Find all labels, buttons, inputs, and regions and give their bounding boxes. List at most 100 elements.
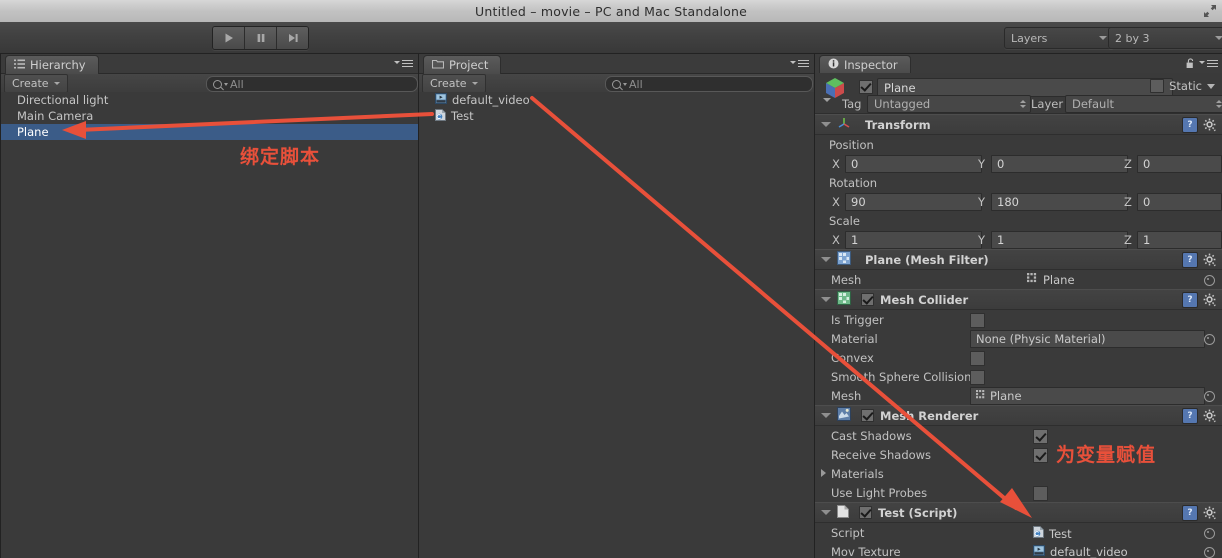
layout-dropdown-label: 2 by 3	[1115, 31, 1150, 45]
component-header-test-script[interactable]: Test (Script) ?	[815, 502, 1222, 523]
hierarchy-list-icon	[14, 58, 25, 72]
cast-shadows-checkbox[interactable]	[1033, 429, 1048, 444]
scale-y-input[interactable]: 1	[991, 230, 1128, 249]
axis-z-label: Z	[1124, 194, 1132, 209]
gear-icon[interactable]	[1203, 506, 1217, 520]
hierarchy-panel-menu-icon[interactable]	[394, 58, 414, 69]
resize-handle-icon[interactable]	[1202, 3, 1218, 19]
rotation-z-input[interactable]: 0	[1137, 192, 1222, 211]
static-label: Static	[1169, 79, 1202, 93]
collider-material-input[interactable]: None (Physic Material)	[970, 329, 1205, 348]
position-x-input[interactable]: 0	[845, 154, 982, 173]
object-picker-icon[interactable]	[1204, 275, 1215, 286]
gear-icon[interactable]	[1203, 293, 1217, 307]
hierarchy-panel: Hierarchy Create All Directional light M…	[0, 53, 419, 558]
mesh-filter-mesh-name: Plane	[1043, 273, 1075, 287]
tab-inspector[interactable]: Inspector	[819, 55, 911, 74]
transform-position-label-row: Position	[815, 135, 1222, 154]
object-picker-icon[interactable]	[1204, 528, 1215, 539]
chevron-down-icon	[1215, 36, 1222, 40]
help-book-icon[interactable]: ?	[1182, 505, 1198, 521]
step-button[interactable]	[277, 27, 308, 49]
test-script-enabled-checkbox[interactable]	[859, 506, 872, 519]
is-trigger-label: Is Trigger	[831, 312, 884, 327]
layer-value: Default	[1072, 96, 1115, 111]
component-header-transform[interactable]: Transform ?	[815, 114, 1222, 135]
rotation-x-input[interactable]: 90	[845, 192, 982, 211]
gear-icon[interactable]	[1203, 409, 1217, 423]
tab-project[interactable]: Project	[423, 55, 502, 74]
pause-button[interactable]	[245, 27, 277, 49]
axis-x-label: X	[832, 232, 840, 247]
video-asset-icon	[435, 93, 447, 107]
unity-editor-window: Untitled – movie – PC and Mac Standalone	[0, 0, 1222, 558]
help-book-icon[interactable]: ?	[1182, 292, 1198, 308]
foldout-icon[interactable]	[821, 257, 831, 262]
project-item-default-video[interactable]: default_video	[419, 92, 814, 108]
tab-hierarchy[interactable]: Hierarchy	[5, 55, 99, 74]
object-picker-icon[interactable]	[1204, 334, 1215, 345]
play-button[interactable]	[213, 27, 245, 49]
rotation-y-input[interactable]: 180	[991, 192, 1128, 211]
help-book-icon[interactable]: ?	[1182, 408, 1198, 424]
layout-dropdown[interactable]: 2 by 3	[1108, 27, 1222, 49]
foldout-icon[interactable]	[821, 413, 831, 418]
transform-rotation-fields: X 90 Y 180 Z 0	[815, 192, 1222, 211]
renderer-materials-row[interactable]: Materials	[815, 464, 1222, 483]
inspector-body: Plane Static Tag Untagged Layer Default	[815, 73, 1222, 558]
static-toggle[interactable]: Static	[1150, 79, 1215, 93]
position-z-input[interactable]: 0	[1137, 154, 1222, 173]
project-item-label: default_video	[452, 93, 530, 107]
project-item-test[interactable]: Test	[419, 108, 814, 124]
component-header-mesh-filter[interactable]: Plane (Mesh Filter) ?	[815, 249, 1222, 270]
foldout-icon[interactable]	[821, 510, 831, 515]
hierarchy-create-button[interactable]: Create	[4, 74, 68, 93]
object-picker-icon[interactable]	[1204, 391, 1215, 402]
gear-icon[interactable]	[1203, 253, 1217, 267]
position-y-input[interactable]: 0	[991, 154, 1128, 173]
mesh-filter-mesh-value[interactable]: Plane	[1027, 273, 1075, 287]
collider-mesh-input[interactable]: Plane	[970, 386, 1205, 405]
lock-open-icon[interactable]	[1186, 58, 1195, 69]
collider-material-label: Material	[831, 331, 878, 346]
mov-texture-row: Mov Texture default_video	[815, 542, 1222, 558]
mov-texture-value[interactable]: default_video	[1033, 545, 1128, 558]
hierarchy-item-plane[interactable]: Plane	[1, 124, 418, 140]
hierarchy-search-input[interactable]: All	[206, 76, 418, 92]
component-header-mesh-renderer[interactable]: Mesh Renderer ?	[815, 405, 1222, 426]
help-book-icon[interactable]: ?	[1182, 252, 1198, 268]
object-enabled-checkbox[interactable]	[859, 80, 873, 94]
project-search-input[interactable]: All	[605, 76, 813, 92]
is-trigger-checkbox[interactable]	[970, 313, 985, 328]
foldout-right-icon[interactable]	[821, 469, 826, 477]
mesh-collider-enabled-checkbox[interactable]	[861, 293, 874, 306]
use-light-probes-checkbox[interactable]	[1033, 486, 1048, 501]
layer-dropdown[interactable]: Default	[1065, 94, 1222, 113]
chevron-down-icon[interactable]	[1207, 83, 1215, 89]
annotation-bind-script: 绑定脚本	[240, 146, 321, 168]
help-book-icon[interactable]: ?	[1182, 117, 1198, 133]
hierarchy-item-main-camera[interactable]: Main Camera	[1, 108, 418, 124]
gear-icon[interactable]	[1203, 118, 1217, 132]
static-checkbox[interactable]	[1150, 79, 1165, 93]
use-light-probes-label: Use Light Probes	[831, 485, 928, 500]
tag-dropdown[interactable]: Untagged	[867, 94, 1031, 113]
foldout-icon[interactable]	[821, 297, 831, 302]
project-create-button[interactable]: Create	[422, 74, 486, 93]
scale-z-input[interactable]: 1	[1137, 230, 1222, 249]
smooth-sphere-collisions-checkbox[interactable]	[970, 370, 985, 385]
scale-x-input[interactable]: 1	[845, 230, 982, 249]
layers-dropdown[interactable]: Layers	[1004, 27, 1114, 49]
foldout-icon[interactable]	[821, 122, 831, 127]
tag-value: Untagged	[874, 96, 931, 111]
mesh-renderer-enabled-checkbox[interactable]	[861, 409, 874, 422]
receive-shadows-checkbox[interactable]	[1033, 448, 1048, 463]
object-picker-icon[interactable]	[1204, 547, 1215, 558]
inspector-panel-menu-icon[interactable]	[1199, 58, 1219, 69]
project-panel-menu-icon[interactable]	[790, 58, 810, 69]
hierarchy-item-directional-light[interactable]: Directional light	[1, 92, 418, 108]
script-value-name: Test	[1049, 526, 1072, 541]
convex-checkbox[interactable]	[970, 351, 985, 366]
component-header-mesh-collider[interactable]: Mesh Collider ?	[815, 289, 1222, 310]
script-value[interactable]: Test	[1033, 526, 1072, 541]
